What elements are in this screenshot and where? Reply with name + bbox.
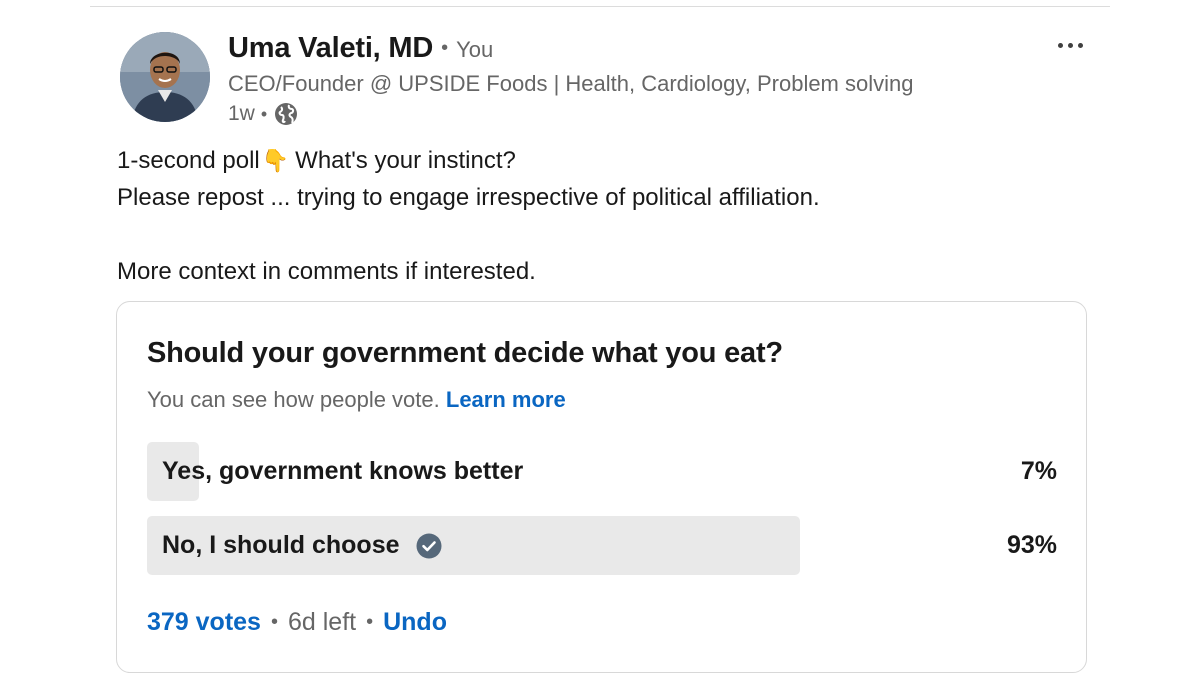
globe-icon xyxy=(273,101,299,127)
poll-footer: 379 votes • 6d left • Undo xyxy=(147,608,447,637)
poll-question: Should your government decide what you e… xyxy=(147,337,783,369)
learn-more-link[interactable]: Learn more xyxy=(446,387,566,412)
poll-option[interactable]: Yes, government knows better 7% xyxy=(147,442,1057,501)
author-info: Uma Valeti, MD • You CEO/Founder @ UPSID… xyxy=(228,32,913,127)
name-separator: • xyxy=(441,37,449,59)
more-dot xyxy=(1057,42,1063,48)
pointing-down-emoji: 👇 xyxy=(261,148,290,173)
avatar-image xyxy=(120,32,210,122)
top-divider xyxy=(90,6,1110,7)
poll-note-text: You can see how people vote. xyxy=(147,387,440,412)
poll-option-label: Yes, government knows better xyxy=(162,457,524,485)
more-dot xyxy=(1077,42,1083,48)
poll-option-selected[interactable]: No, I should choose 93% xyxy=(147,516,1057,575)
post-text-line: More context in comments if interested. xyxy=(117,258,536,285)
poll-option-label: No, I should choose xyxy=(162,516,442,575)
poll-option-label-text: No, I should choose xyxy=(162,531,400,559)
meta-separator: • xyxy=(260,103,268,124)
poll-card: Should your government decide what you e… xyxy=(116,301,1087,673)
poll-option-percent: 93% xyxy=(1006,531,1057,559)
post-text-segment: What's your instinct? xyxy=(295,147,516,174)
post-header: Uma Valeti, MD • You CEO/Founder @ UPSID… xyxy=(120,32,1090,127)
author-avatar[interactable] xyxy=(120,32,210,122)
undo-vote-button[interactable]: Undo xyxy=(383,608,447,637)
post-body: 1-second poll👇 What's your instinct? Plea… xyxy=(117,142,1097,290)
post-time: 1w xyxy=(228,102,255,125)
author-name[interactable]: Uma Valeti, MD xyxy=(228,32,433,65)
post-text-line: 1-second poll👇 What's your instinct? xyxy=(117,142,1097,179)
post-text-line: Please repost ... trying to engage irres… xyxy=(117,184,820,211)
more-dot xyxy=(1067,42,1073,48)
author-headline: CEO/Founder @ UPSIDE Foods | Health, Car… xyxy=(228,71,914,96)
you-label: You xyxy=(456,37,494,62)
votes-count-link[interactable]: 379 votes xyxy=(147,608,261,637)
post-meta: 1w • xyxy=(228,101,913,127)
post-blank-line xyxy=(117,216,1097,253)
post-text-segment: 1-second poll xyxy=(117,147,260,174)
footer-separator: • xyxy=(366,611,374,633)
poll-visibility-note: You can see how people vote. Learn more xyxy=(147,387,566,413)
footer-separator: • xyxy=(270,611,278,633)
poll-time-left: 6d left xyxy=(287,608,357,636)
checkmark-circle-icon xyxy=(416,533,442,559)
poll-option-percent: 7% xyxy=(1020,457,1057,485)
author-line: Uma Valeti, MD • You xyxy=(228,32,913,65)
more-options-button[interactable] xyxy=(1050,32,1090,58)
